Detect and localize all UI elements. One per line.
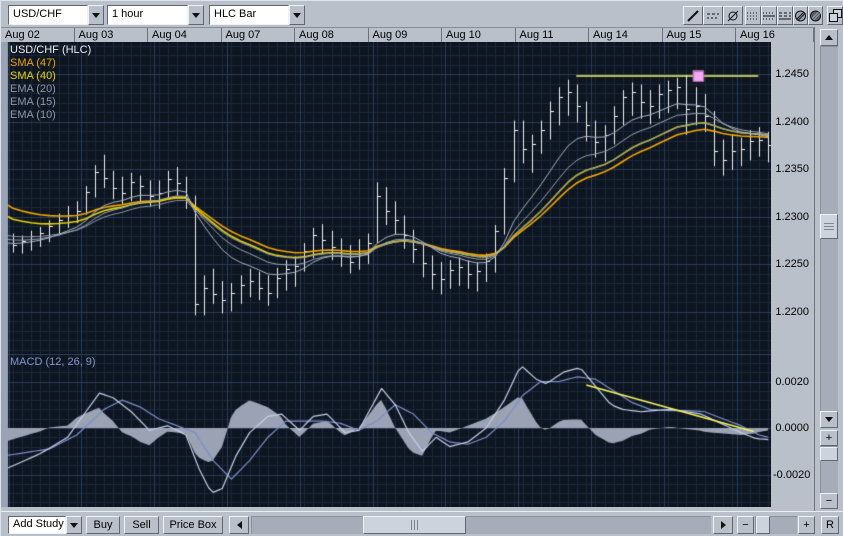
vertical-zoom-in-button[interactable]: +	[820, 430, 838, 446]
sell-button[interactable]: Sell	[124, 516, 159, 534]
add-study-combobox[interactable]: Add Study	[8, 516, 82, 536]
price-vertical-scrollbar-thumb[interactable]	[820, 214, 838, 239]
circle-dense-icon	[809, 9, 822, 23]
date-axis-label: Aug 04	[148, 28, 222, 42]
line-style-icon	[706, 9, 720, 23]
add-study-dropdown-button[interactable]	[66, 516, 82, 534]
trendline-tool-button[interactable]	[683, 6, 703, 25]
horizontal-scrollbar-track[interactable]	[251, 516, 711, 534]
price-axis-tick: 1.2250	[773, 259, 809, 270]
macd-axis-tick: 0.0020	[773, 377, 809, 388]
date-axis-label: Aug 02	[1, 28, 75, 42]
arrow-down-icon	[825, 417, 833, 422]
vertical-zoom-out-button[interactable]: −	[820, 493, 838, 509]
vertical-zoom-track[interactable]	[820, 446, 838, 493]
scroll-up-button[interactable]	[820, 29, 838, 46]
chart-type-combobox-value[interactable]: HLC Bar	[209, 5, 289, 25]
date-axis-label: Aug 03	[75, 28, 149, 42]
chevron-down-icon	[293, 13, 301, 18]
macd-axis-tick: 0.0000	[773, 423, 809, 434]
date-axis-label: Aug 11	[516, 28, 590, 42]
interval-combobox[interactable]: 1 hour	[107, 5, 204, 25]
symbol-combobox-dropdown-button[interactable]	[88, 5, 104, 25]
grid-style-dashed-icon	[779, 9, 791, 23]
circle-hatch-button[interactable]	[793, 6, 808, 25]
grid-style-mixed-button[interactable]	[761, 6, 777, 25]
price-axis-tick: 1.2400	[773, 117, 809, 128]
price-axis-tick: 1.2200	[773, 307, 809, 318]
plus-icon: +	[826, 432, 832, 444]
chart-type-combobox-dropdown-button[interactable]	[289, 5, 305, 25]
arrow-right-icon	[721, 521, 726, 529]
circle-dense-button[interactable]	[808, 6, 823, 25]
chevron-down-icon	[92, 13, 100, 18]
line-style-button[interactable]	[703, 6, 723, 25]
scroll-down-button[interactable]	[820, 411, 838, 428]
reset-button[interactable]: R	[821, 516, 839, 534]
date-axis-label: Aug 09	[369, 28, 443, 42]
thumb-grip-icon	[411, 520, 418, 530]
buy-button[interactable]: Buy	[86, 516, 120, 534]
macd-canvas[interactable]	[1, 354, 771, 507]
interval-combobox-dropdown-button[interactable]	[188, 5, 204, 25]
chart-type-combobox[interactable]: HLC Bar	[209, 5, 305, 25]
ellipse-off-icon	[726, 9, 740, 23]
date-axis-label: Aug 08	[295, 28, 369, 42]
scroll-right-button[interactable]	[713, 516, 733, 534]
price-chart-panel: USD/CHF (HLC)SMA (47)SMA (40)EMA (20)EMA…	[1, 42, 771, 354]
price-vertical-scrollbar-track[interactable]	[820, 46, 838, 411]
macd-panel: MACD (12, 26, 9)	[1, 354, 771, 507]
arrow-left-icon	[237, 521, 242, 529]
horizontal-scrollbar-thumb[interactable]	[363, 516, 466, 534]
vertical-zoom-thumb[interactable]	[820, 447, 838, 461]
cascade-windows-button[interactable]	[827, 6, 843, 25]
date-axis-label: Aug 16	[736, 28, 814, 42]
bottom-toolbar: Add Study Buy Sell Price Box − + R	[1, 511, 843, 536]
macd-axis-tick: -0.0020	[773, 470, 809, 481]
price-axis-tick: 1.2300	[773, 212, 809, 223]
vertical-scrollbar-strip: + −	[814, 27, 843, 511]
price-chart-canvas[interactable]	[1, 42, 771, 354]
trendline-tool-icon	[686, 9, 700, 23]
horizontal-zoom-in-button[interactable]: +	[798, 516, 815, 534]
date-axis-label: Aug 14	[589, 28, 663, 42]
symbol-combobox-value[interactable]: USD/CHF	[8, 5, 88, 25]
horizontal-zoom-track[interactable]	[755, 516, 797, 534]
minus-icon: −	[826, 495, 832, 507]
arrow-up-icon	[825, 35, 833, 40]
top-toolbar: USD/CHF 1 hour HLC Bar	[1, 1, 843, 27]
chevron-down-icon	[192, 13, 200, 18]
circle-hatch-icon	[794, 9, 807, 23]
scroll-left-button[interactable]	[229, 516, 249, 534]
symbol-combobox[interactable]: USD/CHF	[8, 5, 104, 25]
thumb-grip-icon	[824, 223, 834, 230]
add-study-value[interactable]: Add Study	[8, 516, 66, 534]
price-box-button[interactable]: Price Box	[163, 516, 223, 534]
chart-application-window: USD/CHF 1 hour HLC Bar	[0, 0, 843, 536]
date-axis-label: Aug 15	[663, 28, 737, 42]
grid-style-dotted-button[interactable]	[745, 6, 761, 25]
value-axis-strip: 1.2450 1.2400 1.2350 1.2300 1.2250 1.2200 0.00…	[771, 42, 814, 507]
cascade-windows-icon	[829, 9, 842, 22]
interval-combobox-value[interactable]: 1 hour	[107, 5, 188, 25]
price-axis-tick: 1.2350	[773, 164, 809, 175]
price-axis-tick: 1.2450	[773, 69, 809, 80]
horizontal-zoom-thumb[interactable]	[756, 516, 770, 534]
chevron-down-icon	[70, 523, 78, 528]
grid-style-dashed-button[interactable]	[777, 6, 793, 25]
grid-style-mixed-icon	[763, 9, 775, 23]
date-axis-label: Aug 07	[222, 28, 296, 42]
horizontal-zoom-out-button[interactable]: −	[737, 516, 754, 534]
date-axis-label: Aug 10	[442, 28, 516, 42]
ellipse-off-button[interactable]	[723, 6, 743, 25]
grid-style-dotted-icon	[747, 9, 759, 23]
